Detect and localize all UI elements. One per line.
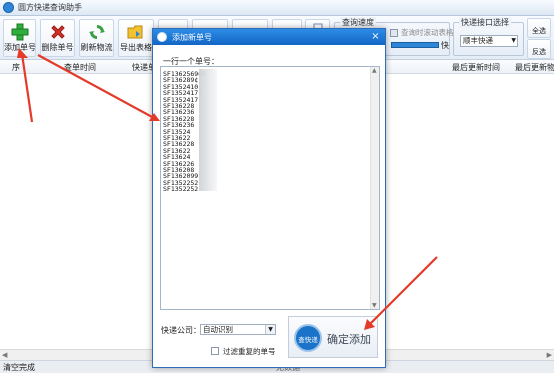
refresh-logistics-label: 刷新物流 [80,43,113,52]
invert-select-button[interactable]: 反选 [527,39,551,59]
scroll-up-icon[interactable]: ▲ [372,67,377,74]
status-text: 清空完成 [3,363,35,372]
express-select-value: 顺丰快递 [463,36,493,45]
express-interface-group: 快递接口选择 顺丰快递 ▼ [453,17,524,56]
company-select[interactable]: 自动识别 ▼ [200,324,276,335]
company-select-value: 自动识别 [203,325,233,334]
search-express-icon: 查快递 [294,324,322,352]
dialog-title-bar: 添加新单号 × [153,29,385,45]
scroll-left-icon[interactable]: ◀ [2,351,7,359]
dialog-title: 添加新单号 [172,33,212,42]
export-table-label: 导出表格 [120,43,152,52]
chevron-down-icon: ▼ [265,325,275,334]
textarea-scrollbar[interactable]: ▲ ▼ [370,67,379,309]
select-all-label: 全选 [532,27,546,35]
confirm-add-button[interactable]: 查快递 确定添加 [288,316,378,358]
col-last-update-info[interactable]: 最后更新物 [515,62,554,73]
company-label: 快递公司： [161,326,201,335]
filter-duplicates-checkbox[interactable] [211,347,219,355]
col-query-time[interactable]: 查单时间 [64,62,96,73]
redaction-blur [199,69,217,191]
add-number-button[interactable]: 添加单号 [3,19,36,57]
number-line: SF1352252 [163,185,199,194]
plus-icon [11,23,28,41]
filter-duplicates-label: 过滤重复的单号 [223,347,276,356]
icon-text: 查快递 [298,336,318,344]
delete-number-button[interactable]: 删除单号 [40,19,75,57]
title-bar: 圆方快递查询助手 [0,0,554,16]
chevron-down-icon: ▼ [511,37,516,44]
scroll-table-checkbox[interactable] [390,29,398,37]
col-index[interactable]: 序 [12,62,20,73]
add-number-dialog: 添加新单号 × 一行一个单号： SF136256964 SF136289¢ SF13… [152,28,386,368]
col-last-update-time[interactable]: 最后更新时间 [452,62,500,73]
delete-number-label: 删除单号 [41,43,74,52]
export-table-button[interactable]: 导出表格 [118,19,154,57]
scroll-table-label: 查询时滚动表格 [401,28,454,37]
folder-export-icon [127,25,143,39]
app-logo-icon [3,2,14,13]
scroll-down-icon[interactable]: ▼ [372,302,377,309]
query-speed-title: 查询速度 [340,17,376,28]
refresh-icon [88,25,105,39]
invert-select-label: 反选 [532,48,546,56]
delete-x-icon [50,25,65,39]
refresh-logistics-button[interactable]: 刷新物流 [79,19,114,57]
express-select[interactable]: 顺丰快递 ▼ [460,35,518,47]
scroll-right-icon[interactable]: ▶ [547,351,552,359]
confirm-add-label: 确定添加 [327,333,371,346]
speed-fast-label: 快 [441,41,449,50]
express-interface-title: 快递接口选择 [459,17,511,28]
speed-bar[interactable] [391,42,439,48]
close-icon[interactable]: × [370,31,381,42]
add-number-label: 添加单号 [4,43,36,52]
select-all-button[interactable]: 全选 [527,18,551,38]
window-title: 圆方快递查询助手 [18,3,82,12]
dialog-app-icon [157,32,167,42]
numbers-textarea[interactable]: SF136256964 SF136289¢ SF1352410 SF1352417(S… [160,66,380,310]
